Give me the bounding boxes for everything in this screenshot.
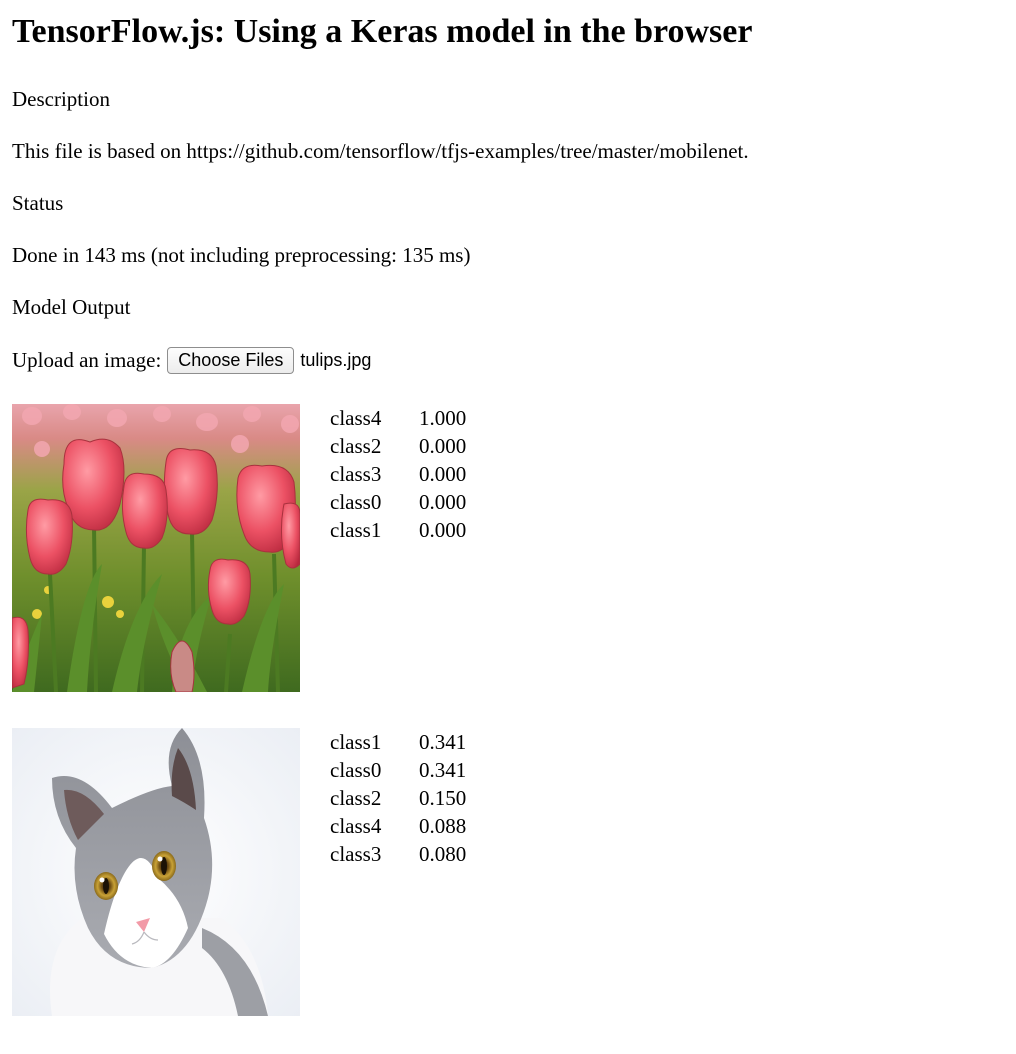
prediction-probability: 0.150 (419, 786, 467, 810)
prediction-row: class4 1.000 (330, 404, 499, 432)
prediction-row: class2 0.000 (330, 432, 499, 460)
prediction-probability: 1.000 (419, 406, 467, 430)
prediction-list-tulips: class4 1.000 class2 0.000 class3 0.000 c… (330, 404, 499, 544)
prediction-class: class0 (330, 758, 382, 782)
prediction-probability: 0.000 (419, 490, 467, 514)
page-title: TensorFlow.js: Using a Keras model in th… (12, 13, 753, 50)
prediction-row: class0 0.341 (330, 756, 499, 784)
prediction-probability: 0.088 (419, 814, 467, 838)
prediction-class: class3 (330, 462, 382, 486)
prediction-row: class1 0.341 (330, 728, 499, 756)
prediction-class: class4 (330, 814, 382, 838)
upload-label: Upload an image: (12, 347, 162, 372)
prediction-row: class4 0.088 (330, 812, 499, 840)
prediction-row: class0 0.000 (330, 488, 499, 516)
selected-file-name: tulips.jpg (300, 349, 372, 370)
status-text: Done in 143 ms (not including preprocess… (12, 243, 471, 267)
prediction-list-cat: class1 0.341 class0 0.341 class2 0.150 c… (330, 728, 499, 868)
prediction-row: class2 0.150 (330, 784, 499, 812)
upload-row: Upload an image: Choose Files tulips.jpg (12, 345, 371, 375)
prediction-row: class3 0.080 (330, 840, 499, 868)
status-heading: Status (12, 191, 64, 215)
prediction-class: class3 (330, 842, 382, 866)
model-output-heading: Model Output (12, 295, 131, 319)
prediction-probability: 0.080 (419, 842, 467, 866)
description-heading: Description (12, 87, 110, 111)
cat-image (12, 728, 300, 1016)
tulips-image (12, 404, 300, 692)
prediction-probability: 0.341 (419, 730, 467, 754)
choose-files-button[interactable]: Choose Files (167, 346, 295, 374)
prediction-class: class2 (330, 786, 382, 810)
prediction-class: class4 (330, 406, 382, 430)
prediction-probability: 0.341 (419, 758, 467, 782)
prediction-probability: 0.000 (419, 434, 467, 458)
prediction-class: class1 (330, 730, 382, 754)
prediction-probability: 0.000 (419, 462, 467, 486)
prediction-probability: 0.000 (419, 518, 467, 542)
prediction-row: class1 0.000 (330, 516, 499, 544)
description-text: This file is based on https://github.com… (12, 139, 749, 163)
prediction-class: class2 (330, 434, 382, 458)
prediction-row: class3 0.000 (330, 460, 499, 488)
prediction-class: class0 (330, 490, 382, 514)
prediction-class: class1 (330, 518, 382, 542)
